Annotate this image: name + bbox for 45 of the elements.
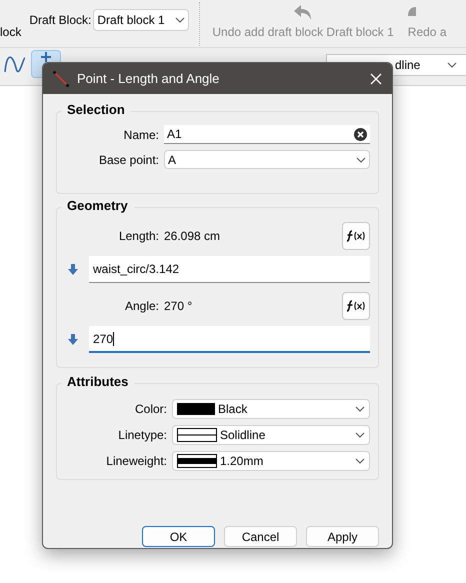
lineweight-swatch — [177, 454, 217, 468]
function-icon — [346, 299, 366, 313]
draft-block-label: Draft Block: — [29, 12, 92, 29]
close-icon[interactable] — [370, 72, 382, 84]
chevron-icon — [447, 62, 457, 68]
name-field[interactable]: A1 — [164, 125, 370, 144]
down-arrow-icon[interactable] — [68, 264, 78, 275]
chevron-icon — [355, 458, 365, 464]
dialog-button[interactable]: Cancel — [224, 526, 297, 547]
draft-block-dropdown[interactable]: Draft block 1 — [93, 9, 190, 31]
field-label: Angle: — [124, 298, 160, 315]
group-title: Geometry — [61, 198, 134, 214]
clear-icon[interactable] — [354, 128, 367, 140]
toolbar-label: lock — [0, 24, 22, 41]
dialog-button[interactable]: OK — [142, 526, 215, 547]
color-dropdown[interactable]: Black — [172, 399, 370, 419]
field-value: 270 ° — [164, 298, 192, 315]
field-label: Length: — [118, 228, 160, 245]
linetype-swatch — [177, 428, 217, 442]
down-arrow-icon[interactable] — [68, 334, 78, 345]
dialog-button[interactable]: Apply — [306, 526, 379, 547]
color-swatch — [177, 403, 215, 415]
field-label: Name: — [122, 126, 160, 144]
formula-field[interactable]: waist_circ/3.142 — [89, 256, 370, 283]
field-label: Color: — [134, 401, 168, 418]
field-label: Linetype: — [117, 427, 168, 444]
line-segment-icon — [53, 70, 69, 86]
field-label: Base point: — [98, 152, 160, 168]
text-cursor — [113, 332, 114, 346]
field-label: Lineweight: — [105, 453, 168, 470]
base-point-dropdown[interactable]: A — [164, 150, 370, 169]
function-icon — [346, 229, 366, 243]
chevron-icon — [175, 17, 186, 23]
linetype-dropdown-text[interactable]: dline — [395, 56, 420, 74]
crosshair-icon — [41, 52, 51, 62]
field-value: 26.098 cm — [164, 228, 220, 245]
chevron-icon — [355, 406, 365, 412]
formula-button[interactable] — [342, 292, 370, 320]
linetype-dropdown[interactable]: Solidline — [172, 425, 370, 445]
chevron-icon — [356, 156, 366, 162]
formula-button[interactable] — [342, 222, 370, 250]
lineweight-dropdown[interactable]: 1.20mm — [172, 451, 370, 471]
formula-field[interactable]: 270 — [89, 326, 370, 353]
chevron-icon — [355, 432, 365, 438]
dialog-title: Point - Length and Angle — [77, 70, 220, 88]
